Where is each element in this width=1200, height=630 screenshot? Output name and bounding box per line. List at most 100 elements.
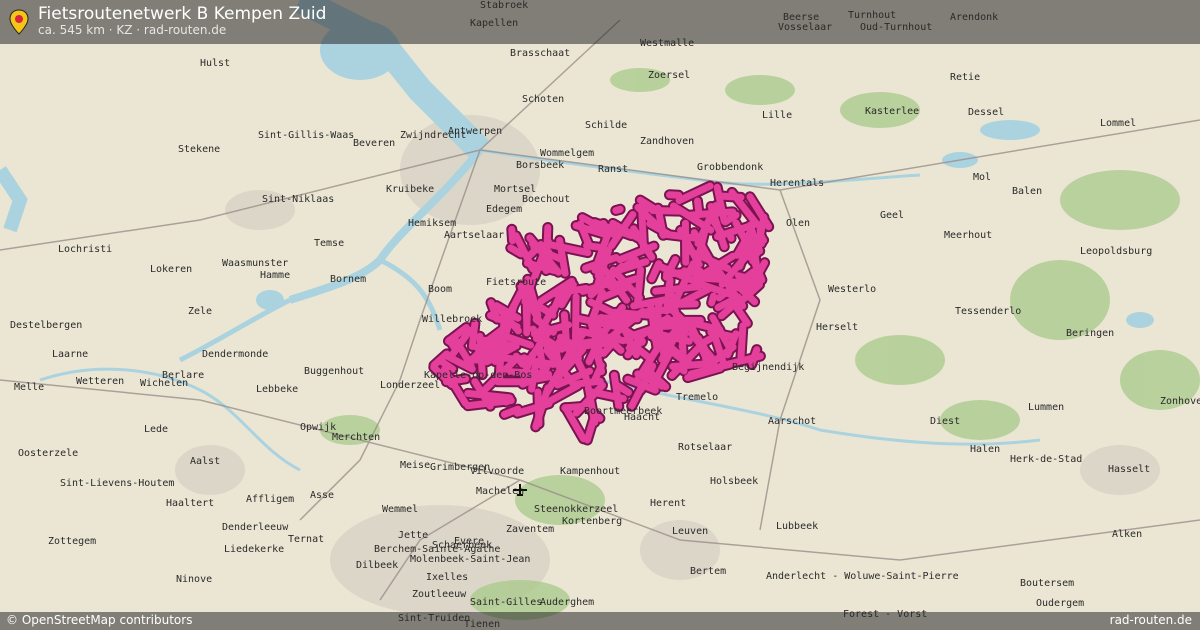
place-label: Affligem xyxy=(246,494,294,505)
place-label: Brasschaat xyxy=(510,48,570,59)
route-segment[interactable] xyxy=(748,270,760,279)
place-label: Asse xyxy=(310,490,334,501)
place-label: Aalst xyxy=(190,456,220,467)
route-segment[interactable] xyxy=(652,283,702,295)
place-label: Schilde xyxy=(585,120,627,131)
route-segment[interactable] xyxy=(726,232,735,242)
place-label: Opwijk xyxy=(300,422,336,433)
route-segment[interactable] xyxy=(610,371,623,410)
route-segment[interactable] xyxy=(512,352,526,368)
place-label: Saint-Gilles xyxy=(470,597,542,608)
place-label: Leopoldsburg xyxy=(1080,246,1152,257)
place-label: Hamme xyxy=(260,270,290,281)
route-segment[interactable] xyxy=(638,202,647,251)
place-label: Molenbeek-Saint-Jean xyxy=(410,554,530,565)
place-label: Olen xyxy=(786,218,810,229)
place-label: Tremelo xyxy=(676,392,718,403)
route-segment[interactable] xyxy=(634,266,645,306)
route-segment[interactable] xyxy=(734,272,751,282)
place-label: Borsbeek xyxy=(516,160,564,171)
place-label: Lede xyxy=(144,424,168,435)
attribution-bar: © OpenStreetMap contributors rad-routen.… xyxy=(0,612,1200,630)
place-label: Londerzeel xyxy=(380,380,440,391)
route-segment[interactable] xyxy=(464,389,514,402)
place-label: Zottegem xyxy=(48,536,96,547)
place-label: Auderghem xyxy=(540,597,594,608)
route-segment[interactable] xyxy=(694,197,703,217)
route-segment[interactable] xyxy=(445,336,458,352)
place-label: Ternat xyxy=(288,534,324,545)
place-label: Laarne xyxy=(52,349,88,360)
place-label: Merchten xyxy=(332,432,380,443)
place-label: Kampenhout xyxy=(560,466,620,477)
route-segment[interactable] xyxy=(500,405,522,418)
place-label: Zaventem xyxy=(506,524,554,535)
place-label: Kapelle-op-den-Bos xyxy=(424,370,532,381)
place-label: Dilbeek xyxy=(356,560,398,571)
place-label: Lubbeek xyxy=(776,521,818,532)
place-label: Wemmel xyxy=(382,504,418,515)
place-label: Mol xyxy=(973,172,991,183)
place-label: Zoersel xyxy=(648,70,690,81)
place-label: Waasmunster xyxy=(222,258,288,269)
place-label: Ranst xyxy=(598,164,628,175)
route-segment[interactable] xyxy=(522,296,531,331)
place-label: Willebroek xyxy=(422,314,482,325)
place-label: Wommelgem xyxy=(540,148,594,159)
route-segment[interactable] xyxy=(612,205,624,214)
route-segment[interactable] xyxy=(612,308,662,320)
route-segment[interactable] xyxy=(666,191,683,199)
route-segment[interactable] xyxy=(583,242,604,251)
route-segment[interactable] xyxy=(737,322,747,361)
place-label: Lille xyxy=(762,110,792,121)
place-label: Haacht xyxy=(624,412,660,423)
place-label: Fietsroute xyxy=(486,277,546,288)
place-label: Sint-Lievens-Houtem xyxy=(60,478,174,489)
place-label: Kasterlee xyxy=(865,106,919,117)
place-label: Lummen xyxy=(1028,402,1064,413)
route-segment[interactable] xyxy=(689,211,700,222)
place-label: Lebbeke xyxy=(256,384,298,395)
place-label: Dessel xyxy=(968,107,1004,118)
place-label: Zoutleeuw xyxy=(412,589,467,600)
route-segment[interactable] xyxy=(489,394,510,406)
place-label: Hasselt xyxy=(1108,464,1150,475)
route-segment[interactable] xyxy=(561,402,587,412)
route-segment[interactable] xyxy=(708,292,717,307)
place-label: Grobbendonk xyxy=(697,162,763,173)
place-label: Hemiksem xyxy=(408,218,456,229)
place-label: Bornem xyxy=(330,274,366,285)
osm-attribution-link[interactable]: © OpenStreetMap contributors xyxy=(6,613,192,627)
place-label: Buggenhout xyxy=(304,366,364,377)
place-label: Haaltert xyxy=(166,498,214,509)
place-label: Beringen xyxy=(1066,328,1114,339)
title-bar: Fietsroutenetwerk B Kempen Zuid ca. 545 … xyxy=(0,0,1200,44)
route-segment[interactable] xyxy=(555,338,586,348)
route-segment[interactable] xyxy=(595,313,605,327)
route-segment[interactable] xyxy=(649,207,684,215)
place-label: Schoten xyxy=(522,94,564,105)
place-label: Lokeren xyxy=(150,264,192,275)
place-label: Dendermonde xyxy=(202,349,268,360)
route-segment[interactable] xyxy=(552,346,563,371)
brand-link[interactable]: rad-routen.de xyxy=(1110,613,1192,627)
place-label: Anderlecht - Woluwe-Saint-Pierre xyxy=(766,571,959,582)
place-label: Diest xyxy=(930,416,960,427)
route-segment[interactable] xyxy=(493,341,520,350)
place-label: Wetteren xyxy=(76,376,124,387)
route-segment[interactable] xyxy=(678,331,688,375)
route-segment[interactable] xyxy=(476,332,486,379)
place-label: Boutersem xyxy=(1020,578,1074,589)
place-label: Kruibeke xyxy=(386,184,434,195)
place-label: Temse xyxy=(314,238,344,249)
place-label: Stekene xyxy=(178,144,220,155)
place-label: Sint-Gillis-Waas xyxy=(258,130,354,141)
place-label: Rotselaar xyxy=(678,442,732,453)
place-label: Ninove xyxy=(176,574,212,585)
route-segment[interactable] xyxy=(588,220,607,231)
place-label: Zonhoven xyxy=(1160,396,1200,407)
route-segment[interactable] xyxy=(572,293,580,342)
route-segment[interactable] xyxy=(468,319,479,350)
route-segment[interactable] xyxy=(508,225,516,245)
map-canvas[interactable]: StabroekKapellenBeerseTurnhoutVosselaarO… xyxy=(0,0,1200,630)
